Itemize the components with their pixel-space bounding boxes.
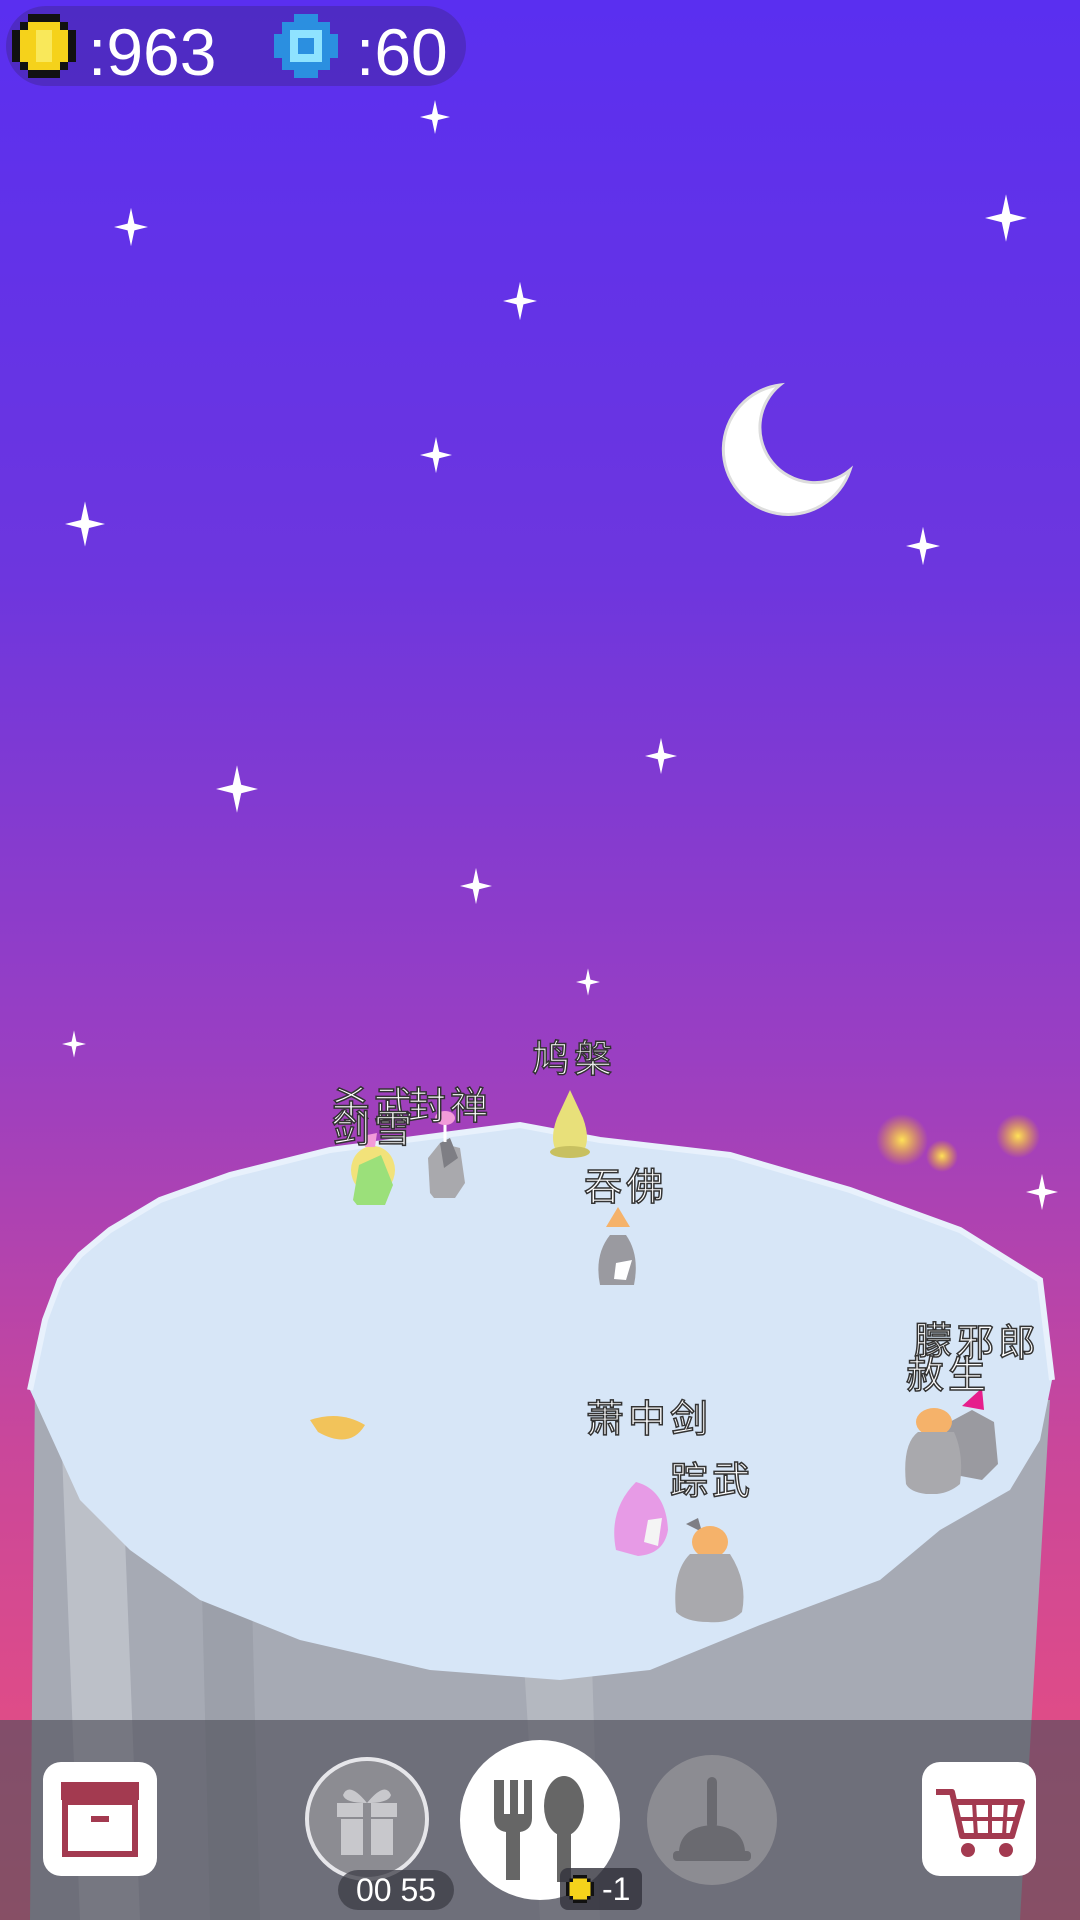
character-name-label: 踪武	[669, 1458, 755, 1504]
coin-icon	[12, 14, 76, 78]
gift-icon	[337, 1789, 397, 1855]
currency-hud: :963 :60	[6, 6, 466, 89]
star-icon	[420, 436, 452, 474]
box-icon	[61, 1782, 139, 1857]
star-icon	[62, 1030, 86, 1058]
star-icon	[503, 281, 537, 321]
character-name-label: 赦生	[905, 1352, 991, 1398]
gift-timer: 00 55	[338, 1870, 454, 1910]
plunger-icon	[673, 1777, 751, 1861]
feed-cost-value: -1	[602, 1871, 631, 1907]
feed-cost: -1	[560, 1868, 642, 1910]
gem-icon	[274, 14, 338, 78]
cart-icon	[936, 1789, 1025, 1857]
character-zongwu[interactable]	[670, 1512, 750, 1627]
star-icon	[114, 207, 148, 247]
star-icon	[985, 194, 1027, 242]
star-icon	[420, 100, 450, 134]
star-icon	[65, 501, 105, 547]
character-name-label: 封禅	[407, 1083, 493, 1129]
star-icon	[460, 867, 492, 905]
gift-button[interactable]	[305, 1757, 429, 1881]
gem-count: :60	[356, 15, 448, 89]
character-name-label: 萧中剑	[585, 1396, 713, 1442]
clean-button[interactable]	[647, 1755, 777, 1885]
star-icon	[576, 968, 600, 996]
character-xiaozhongjian[interactable]	[608, 1470, 672, 1558]
character-tunfo[interactable]	[592, 1205, 642, 1290]
star-icon	[645, 737, 677, 775]
shop-button[interactable]	[922, 1762, 1036, 1876]
inventory-button[interactable]	[43, 1762, 157, 1876]
character-name-label: 吞佛	[583, 1164, 669, 1210]
character-name-label: 剑雪	[331, 1106, 417, 1152]
moon-icon	[721, 382, 854, 516]
character-jiupan[interactable]	[545, 1088, 595, 1160]
coin-count: :963	[88, 15, 217, 89]
star-icon	[906, 526, 940, 566]
coin-icon	[566, 1875, 594, 1903]
star-icon	[216, 765, 258, 813]
character-sheshen[interactable]	[902, 1384, 1004, 1494]
character-name-label: 鸠槃	[531, 1036, 617, 1082]
